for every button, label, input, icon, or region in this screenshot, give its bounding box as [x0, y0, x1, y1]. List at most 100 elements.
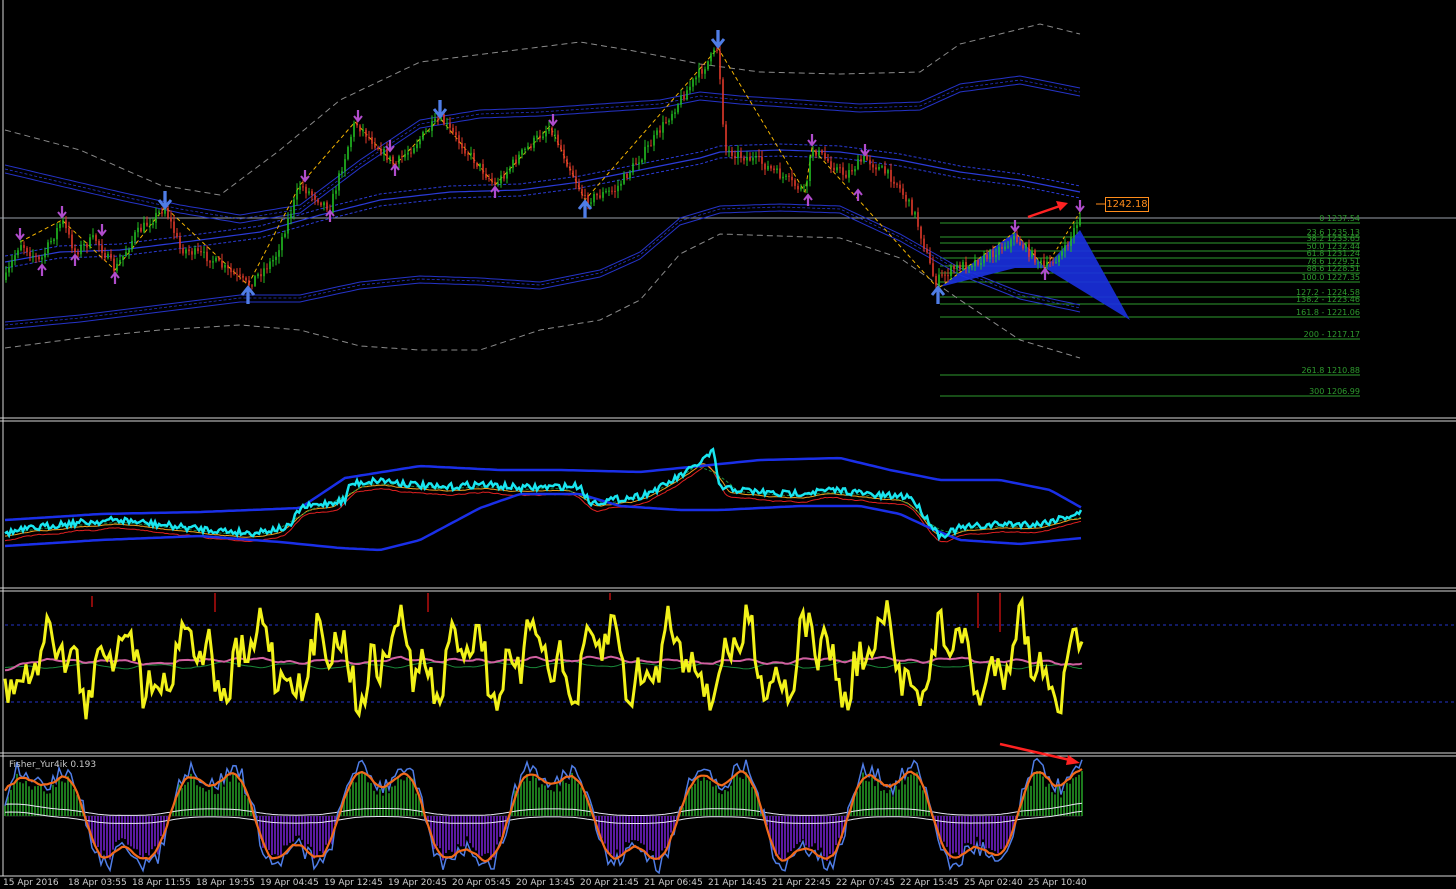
fisher-histogram-bar [952, 816, 954, 854]
candle-body [116, 263, 118, 271]
candle-body [197, 248, 199, 252]
fisher-histogram-bar [1075, 777, 1077, 816]
fisher-histogram-bar [379, 789, 381, 816]
candle-body [518, 154, 520, 164]
fisher-histogram-bar [829, 816, 831, 854]
fisher-histogram-bar [289, 816, 291, 843]
fisher-histogram-bar [316, 816, 318, 857]
candle-body [311, 191, 313, 196]
time-axis-label: 21 Apr 14:45 [708, 878, 767, 888]
candle-body [1040, 260, 1042, 263]
candle-body [737, 151, 739, 159]
candle-body [998, 246, 1000, 255]
oscillator-panel[interactable] [3, 593, 1456, 720]
candle-body [473, 152, 475, 163]
fisher-histogram-bar [613, 816, 615, 858]
candle-body [935, 275, 937, 286]
candle-body [569, 166, 571, 171]
candle-body [155, 212, 157, 223]
fisher-histogram-bar [970, 816, 972, 845]
candle-body [17, 250, 19, 256]
candle-body [227, 264, 229, 269]
fisher-histogram-bar [649, 816, 651, 850]
fisher-histogram-bar [520, 783, 522, 816]
candle-body [506, 171, 508, 179]
fisher-histogram-bar [208, 789, 210, 816]
candle-body [146, 222, 148, 226]
candle-body [860, 159, 862, 162]
candle-body [674, 112, 676, 114]
candle-body [374, 143, 376, 148]
chart-canvas[interactable] [0, 0, 1456, 889]
candle-body [257, 274, 259, 277]
fisher-histogram-bar [370, 783, 372, 816]
time-axis-label: 18 Apr 19:55 [196, 878, 255, 888]
candle-body [314, 195, 316, 200]
fisher-histogram-bar [391, 786, 393, 816]
candle-body [581, 189, 583, 195]
candle-body [458, 135, 460, 144]
fib-level-label: 100.0 1227.35 [1301, 273, 1360, 282]
candle-body [803, 186, 805, 188]
candle-body [992, 250, 994, 258]
fisher-histogram-bar [193, 778, 195, 816]
fisher-histogram-bar [64, 782, 66, 816]
fisher-histogram-bar [226, 775, 228, 816]
fisher-panel[interactable] [4, 757, 1083, 875]
candle-body [206, 251, 208, 262]
bands-indicator-panel[interactable] [4, 447, 1083, 552]
candle-body [212, 261, 214, 263]
fisher-histogram-bar [901, 777, 903, 816]
fisher-histogram-bar [652, 816, 654, 851]
red-annotation-arrow[interactable] [1027, 201, 1105, 219]
candle-body [740, 151, 742, 158]
candle-body [83, 244, 85, 246]
candle-body [350, 136, 352, 148]
fisher-histogram-bar [292, 816, 294, 842]
fisher-histogram-bar [52, 784, 54, 816]
fisher-histogram-bar [40, 784, 42, 816]
fisher-histogram-bar [481, 816, 483, 856]
main-price-panel[interactable] [4, 23, 1360, 397]
candle-body [455, 132, 457, 136]
candle-body [566, 158, 568, 167]
candle-body [149, 224, 151, 226]
candle-body [125, 252, 127, 256]
candle-body [1055, 261, 1057, 263]
fisher-histogram-bar [958, 816, 960, 855]
fisher-histogram-bar [43, 791, 45, 816]
fractal-down-arrow [1075, 200, 1085, 213]
fisher-histogram-bar [376, 794, 378, 816]
candle-body [776, 168, 778, 171]
fisher-histogram-bar [751, 787, 753, 816]
candle-body [485, 173, 487, 178]
candle-body [902, 188, 904, 195]
fisher-histogram-bar [268, 816, 270, 851]
candle-body [242, 275, 244, 278]
candle-body [755, 155, 757, 158]
fisher-histogram-bar [742, 779, 744, 816]
fisher-histogram-bar [712, 786, 714, 816]
fisher-histogram-bar [457, 816, 459, 845]
candle-body [656, 130, 658, 136]
time-axis-label: 20 Apr 21:45 [580, 878, 639, 888]
fisher-histogram-bar [265, 816, 267, 850]
fisher-histogram-bar [475, 816, 477, 851]
candle-body [545, 131, 547, 137]
fisher-histogram-bar [955, 816, 957, 853]
candle-body [260, 274, 262, 277]
candle-body [890, 169, 892, 182]
candle-body [203, 251, 205, 253]
candle-body [686, 90, 688, 100]
fisher-histogram-bar [922, 790, 924, 816]
fractal-down-arrow [860, 144, 870, 157]
candle-body [419, 139, 421, 145]
fisher-histogram-bar [907, 776, 909, 816]
fisher-histogram-bar [400, 779, 402, 816]
candle-body [653, 135, 655, 146]
candle-body [812, 150, 814, 157]
candlesticks [5, 45, 1081, 291]
candle-body [380, 148, 382, 155]
candle-body [284, 233, 286, 237]
candle-body [914, 212, 916, 215]
